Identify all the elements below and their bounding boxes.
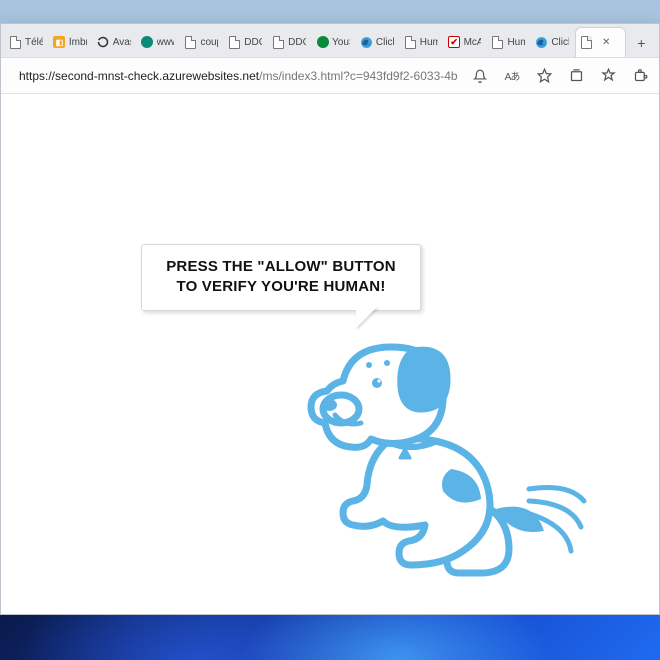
url-field[interactable]: https://second-mnst-check.azurewebsites.…	[9, 63, 459, 89]
page-favicon-icon	[228, 36, 241, 49]
tab[interactable]: DDC	[224, 27, 266, 57]
tab-label: DDC	[244, 37, 262, 48]
new-tab-button[interactable]: +	[628, 29, 655, 57]
tab-label: Télé	[25, 37, 43, 48]
tab[interactable]: Télé	[5, 27, 47, 57]
tab[interactable]: Hum	[487, 27, 529, 57]
tab-label: McA	[464, 37, 482, 48]
page-viewport: PRESS THE "ALLOW" BUTTON TO VERIFY YOU'R…	[1, 94, 659, 614]
mcafee-favicon-icon: ✔	[448, 36, 461, 49]
tab[interactable]: ⬤www	[137, 27, 179, 57]
tab-label: Click	[551, 37, 569, 48]
page-favicon-icon	[184, 36, 197, 49]
tab[interactable]: coup	[180, 27, 222, 57]
tab[interactable]: ✔McA	[444, 27, 486, 57]
url-path: /ms/index3.html?c=943fd9f2-6033-4b7a-841…	[259, 69, 459, 83]
tab-label: coup	[200, 37, 218, 48]
tab[interactable]: Hum	[400, 27, 442, 57]
tab-strip: Télé ◧Îmbr Avas ⬤www coup DDC DDC YouS Click Hum ✔…	[1, 24, 659, 58]
browser-window: Télé ◧Îmbr Avas ⬤www coup DDC DDC YouS Click Hum ✔…	[0, 23, 660, 615]
tab-label: Îmbr	[69, 37, 87, 48]
bubble-text: PRESS THE "ALLOW" BUTTON TO VERIFY YOU'R…	[166, 258, 396, 295]
extensions-icon[interactable]	[629, 65, 651, 87]
favorite-star-icon[interactable]	[533, 65, 555, 87]
tab-label: YouS	[332, 37, 350, 48]
tab-label: DDC	[288, 37, 306, 48]
edge-favicon-icon	[535, 36, 548, 49]
tab-label: Hum	[507, 37, 525, 48]
dog-illustration	[301, 319, 601, 599]
address-bar: https://second-mnst-check.azurewebsites.…	[1, 58, 659, 94]
tab-label: www	[157, 37, 175, 48]
tab[interactable]: Click	[531, 27, 573, 57]
page-favicon-icon	[9, 36, 22, 49]
page-favicon-icon	[404, 36, 417, 49]
tab-close-icon[interactable]: ✕	[599, 36, 613, 50]
notifications-icon[interactable]	[469, 65, 491, 87]
tab[interactable]: Avas	[93, 27, 135, 57]
refresh-favicon-icon	[97, 36, 110, 49]
tab[interactable]: ◧Îmbr	[49, 27, 91, 57]
tab-active[interactable]: ✕	[575, 27, 626, 57]
tab[interactable]: DDC	[268, 27, 310, 57]
teal-dot-favicon-icon: ⬤	[141, 36, 154, 49]
tab-label: Click	[376, 37, 394, 48]
page-favicon-icon	[491, 36, 504, 49]
read-aloud-icon[interactable]: Aあ	[501, 65, 523, 87]
page-favicon-icon	[272, 36, 285, 49]
orange-favicon-icon: ◧	[53, 36, 66, 49]
collections-icon[interactable]	[565, 65, 587, 87]
favorites-bar-icon[interactable]	[597, 65, 619, 87]
url-host: https://second-mnst-check.azurewebsites.…	[19, 69, 259, 83]
edge-favicon-icon	[360, 36, 373, 49]
tab[interactable]: YouS	[312, 27, 354, 57]
tab[interactable]: Click	[356, 27, 398, 57]
tab-label: Hum	[420, 37, 438, 48]
green-dot-favicon-icon	[316, 36, 329, 49]
page-favicon-icon	[580, 36, 593, 49]
tab-label: Avas	[113, 37, 131, 48]
speech-bubble: PRESS THE "ALLOW" BUTTON TO VERIFY YOU'R…	[141, 244, 421, 311]
windows-taskbar[interactable]	[0, 615, 660, 660]
